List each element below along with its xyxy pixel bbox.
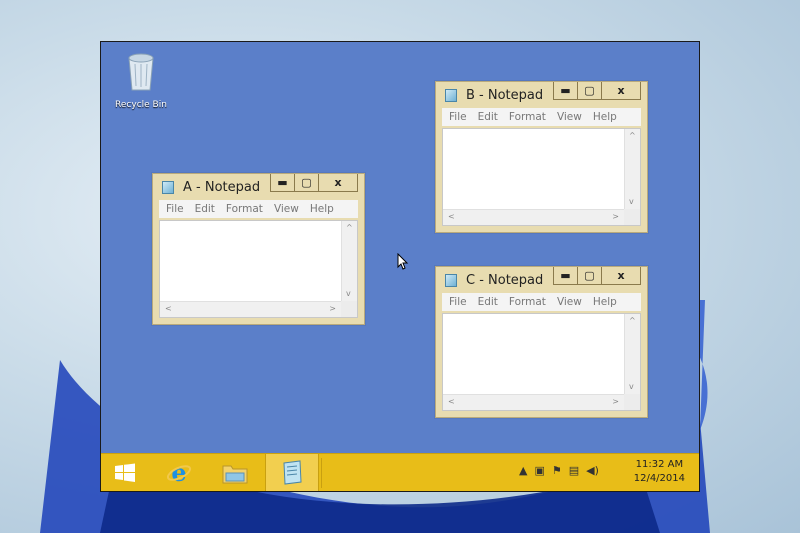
clock-date: 12/4/2014 [633, 473, 685, 484]
minimize-button[interactable]: ▬ [270, 174, 295, 192]
title-bar[interactable]: C - Notepad ▬ ▢ x [436, 267, 647, 293]
menu-format[interactable]: Format [509, 111, 546, 123]
window-title: B - Notepad [466, 88, 544, 103]
close-button[interactable]: x [318, 174, 358, 192]
menu-format[interactable]: Format [226, 203, 263, 215]
clock[interactable]: 11:32 AM 12/4/2014 [634, 458, 685, 486]
title-bar[interactable]: B - Notepad ▬ ▢ x [436, 82, 647, 108]
notepad-window-a[interactable]: A - Notepad ▬ ▢ x File Edit Format View … [152, 173, 365, 325]
window-title: C - Notepad [466, 273, 544, 288]
maximize-button[interactable]: ▢ [577, 82, 602, 100]
maximize-button[interactable]: ▢ [577, 267, 602, 285]
windows-logo-icon [115, 463, 135, 482]
menu-view[interactable]: View [274, 203, 299, 215]
menu-file[interactable]: File [449, 111, 467, 123]
internet-explorer-icon: e [166, 460, 192, 486]
scroll-right-icon[interactable]: > [612, 213, 619, 221]
vertical-scrollbar[interactable]: ^ v [624, 314, 640, 394]
taskbar-internet-explorer[interactable]: e [157, 454, 201, 491]
taskbar: e ▲ ▣ ⚑ ▤ ◀) 11:32 AM 12/4/2014 [101, 453, 699, 491]
horizontal-scrollbar[interactable]: < > [443, 394, 624, 410]
scroll-up-icon[interactable]: ^ [629, 317, 636, 325]
notepad-window-c[interactable]: C - Notepad ▬ ▢ x File Edit Format View … [435, 266, 648, 418]
maximize-button[interactable]: ▢ [294, 174, 319, 192]
size-grip[interactable] [624, 209, 640, 225]
text-edit-area[interactable]: ^ v < > [442, 128, 641, 226]
taskbar-notepad[interactable] [265, 454, 319, 491]
menu-file[interactable]: File [166, 203, 184, 215]
notepad-icon [445, 89, 457, 102]
scroll-right-icon[interactable]: > [329, 305, 336, 313]
menu-file[interactable]: File [449, 296, 467, 308]
taskbar-file-explorer[interactable] [213, 454, 257, 491]
svg-text:e: e [171, 460, 186, 486]
notepad-icon [283, 459, 302, 485]
scroll-left-icon[interactable]: < [448, 398, 455, 406]
scroll-left-icon[interactable]: < [165, 305, 172, 313]
vertical-scrollbar[interactable]: ^ v [341, 221, 357, 301]
recycle-bin-icon [128, 53, 154, 91]
menu-view[interactable]: View [557, 296, 582, 308]
menu-bar: File Edit Format View Help [442, 108, 641, 126]
scroll-down-icon[interactable]: v [629, 198, 634, 206]
window-title: A - Notepad [183, 180, 261, 195]
vm-desktop[interactable]: Recycle Bin A - Notepad ▬ ▢ x File Edit … [100, 41, 700, 492]
taskbar-divider [319, 454, 323, 491]
text-edit-area[interactable]: ^ v < > [159, 220, 358, 318]
system-tray: ▲ ▣ ⚑ ▤ ◀) [519, 464, 606, 477]
clock-time: 11:32 AM [635, 459, 684, 470]
minimize-button[interactable]: ▬ [553, 267, 578, 285]
mouse-cursor-icon [397, 253, 409, 270]
scroll-left-icon[interactable]: < [448, 213, 455, 221]
menu-help[interactable]: Help [593, 111, 617, 123]
scroll-down-icon[interactable]: v [346, 290, 351, 298]
menu-help[interactable]: Help [593, 296, 617, 308]
desktop-icon-label: Recycle Bin [115, 100, 167, 110]
menu-bar: File Edit Format View Help [442, 293, 641, 311]
show-hidden-icons-icon[interactable]: ▲ [519, 464, 527, 477]
minimize-button[interactable]: ▬ [553, 82, 578, 100]
scroll-down-icon[interactable]: v [629, 383, 634, 391]
horizontal-scrollbar[interactable]: < > [160, 301, 341, 317]
vertical-scrollbar[interactable]: ^ v [624, 129, 640, 209]
scroll-up-icon[interactable]: ^ [629, 132, 636, 140]
folder-icon [222, 465, 248, 483]
notepad-window-b[interactable]: B - Notepad ▬ ▢ x File Edit Format View … [435, 81, 648, 233]
network-icon[interactable]: ▤ [569, 464, 579, 477]
volume-icon[interactable]: ◀) [586, 464, 599, 477]
desktop-icon-recycle-bin[interactable]: Recycle Bin [109, 50, 173, 110]
menu-edit[interactable]: Edit [478, 111, 498, 123]
close-button[interactable]: x [601, 267, 641, 285]
notepad-icon [445, 274, 457, 287]
menu-view[interactable]: View [557, 111, 582, 123]
menu-edit[interactable]: Edit [195, 203, 215, 215]
scroll-right-icon[interactable]: > [612, 398, 619, 406]
menu-bar: File Edit Format View Help [159, 200, 358, 218]
menu-edit[interactable]: Edit [478, 296, 498, 308]
text-edit-area[interactable]: ^ v < > [442, 313, 641, 411]
size-grip[interactable] [624, 394, 640, 410]
size-grip[interactable] [341, 301, 357, 317]
action-center-flag-icon[interactable]: ⚑ [552, 464, 562, 477]
scroll-up-icon[interactable]: ^ [346, 224, 353, 232]
close-button[interactable]: x [601, 82, 641, 100]
start-button[interactable] [105, 454, 145, 491]
horizontal-scrollbar[interactable]: < > [443, 209, 624, 225]
notepad-icon [162, 181, 174, 194]
menu-format[interactable]: Format [509, 296, 546, 308]
title-bar[interactable]: A - Notepad ▬ ▢ x [153, 174, 364, 200]
menu-help[interactable]: Help [310, 203, 334, 215]
vm-icon[interactable]: ▣ [534, 464, 544, 477]
